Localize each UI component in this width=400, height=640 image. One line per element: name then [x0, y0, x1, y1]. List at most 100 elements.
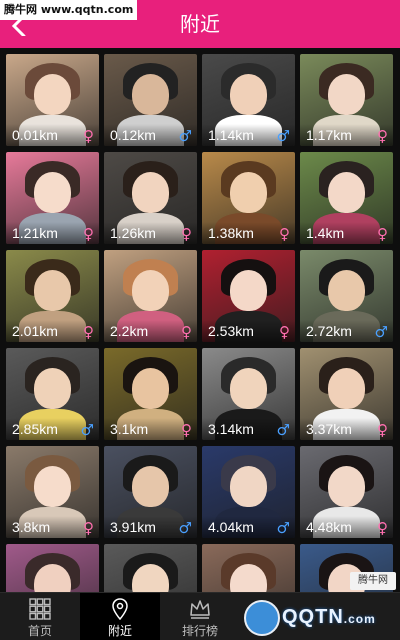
user-tile[interactable]: [202, 544, 295, 592]
distance-label: 1.21km: [12, 225, 58, 241]
photo-face: [327, 270, 366, 311]
photo-face: [33, 74, 72, 115]
user-tile[interactable]: [104, 544, 197, 592]
photo-face: [131, 466, 170, 507]
user-tile[interactable]: 1.38km ♀: [202, 152, 295, 244]
photo-face: [229, 466, 268, 507]
user-tile[interactable]: 3.91km ♂: [104, 446, 197, 538]
user-tile[interactable]: 2.85km ♂: [6, 348, 99, 440]
distance-label: 1.26km: [110, 225, 156, 241]
qqtn-watermark-text: QQTN.com: [282, 606, 376, 629]
distance-label: 3.1km: [110, 421, 149, 437]
user-tile[interactable]: 2.2km ♀: [104, 250, 197, 342]
user-tile[interactable]: 2.72km ♂: [300, 250, 393, 342]
male-icon: ♂: [178, 127, 192, 145]
nav-label-home: 首页: [27, 624, 52, 638]
user-tile[interactable]: 4.04km ♂: [202, 446, 295, 538]
female-icon: ♀: [279, 225, 290, 243]
photo-face: [229, 368, 268, 409]
user-tile[interactable]: 1.14km ♂: [202, 54, 295, 146]
female-icon: ♀: [83, 519, 94, 537]
distance-label: 1.38km: [208, 225, 254, 241]
distance-label: 1.4km: [306, 225, 345, 241]
photo-face: [131, 368, 170, 409]
distance-label: 2.72km: [306, 323, 352, 339]
user-tile[interactable]: [6, 544, 99, 592]
site-watermark: 腾牛网 www.qqtn.com: [0, 0, 138, 20]
distance-label: 3.8km: [12, 519, 51, 535]
distance-label: 2.85km: [12, 421, 58, 437]
crown-icon: [190, 600, 210, 619]
female-icon: ♀: [377, 421, 388, 439]
distance-label: 4.04km: [208, 519, 254, 535]
qqtn-watermark: QQTN.com: [244, 598, 394, 638]
female-icon: ♀: [181, 421, 192, 439]
distance-label: 1.17km: [306, 127, 352, 143]
male-icon: ♂: [80, 421, 94, 439]
female-icon: ♀: [83, 323, 94, 341]
photo-face: [327, 172, 366, 213]
nav-label-nearby: 附近: [107, 624, 132, 638]
user-tile[interactable]: 3.37km ♀: [300, 348, 393, 440]
nav-label-ranking: 排行榜: [181, 624, 218, 638]
female-icon: ♀: [83, 127, 94, 145]
male-icon: ♂: [276, 519, 290, 537]
female-icon: ♀: [83, 225, 94, 243]
nav-item-ranking[interactable]: 排行榜: [160, 593, 240, 640]
distance-label: 3.37km: [306, 421, 352, 437]
qqtn-logo-icon: [244, 600, 280, 636]
user-tile[interactable]: 2.01km ♀: [6, 250, 99, 342]
top-bar: 附近 腾牛网 www.qqtn.com: [0, 0, 400, 48]
distance-label: 4.48km: [306, 519, 352, 535]
corner-watermark: 腾牛网: [350, 572, 396, 590]
distance-label: 2.2km: [110, 323, 149, 339]
user-tile[interactable]: 4.48km ♀: [300, 446, 393, 538]
female-icon: ♀: [377, 127, 388, 145]
user-photo: [104, 544, 197, 592]
male-icon: ♂: [276, 127, 290, 145]
user-tile[interactable]: 3.1km ♀: [104, 348, 197, 440]
nearby-users-grid: 0.01km ♀ 0.12km ♂ 1.14km ♂ 1.17km ♀ 1.21km ♀ 1.26k…: [6, 54, 396, 592]
user-tile[interactable]: 2.53km ♀: [202, 250, 295, 342]
distance-label: 0.01km: [12, 127, 58, 143]
distance-label: 3.91km: [110, 519, 156, 535]
user-tile[interactable]: 3.8km ♀: [6, 446, 99, 538]
male-icon: ♂: [374, 323, 388, 341]
user-tile[interactable]: 1.26km ♀: [104, 152, 197, 244]
user-tile[interactable]: 1.17km ♀: [300, 54, 393, 146]
user-tile[interactable]: 1.4km ♀: [300, 152, 393, 244]
photo-face: [229, 74, 268, 115]
photo-face: [327, 368, 366, 409]
photo-face: [131, 172, 170, 213]
distance-label: 2.01km: [12, 323, 58, 339]
user-photo: [202, 544, 295, 592]
photo-face: [131, 74, 170, 115]
male-icon: ♂: [178, 519, 192, 537]
distance-label: 2.53km: [208, 323, 254, 339]
female-icon: ♀: [279, 323, 290, 341]
user-tile[interactable]: 0.12km ♂: [104, 54, 197, 146]
photo-face: [131, 270, 170, 311]
photo-face: [229, 172, 268, 213]
user-tile[interactable]: 0.01km ♀: [6, 54, 99, 146]
location-pin-icon: [112, 598, 128, 620]
distance-label: 0.12km: [110, 127, 156, 143]
nav-item-nearby[interactable]: 附近: [80, 593, 160, 640]
nav-item-home[interactable]: 首页: [0, 593, 80, 640]
female-icon: ♀: [181, 323, 192, 341]
photo-face: [33, 466, 72, 507]
photo-face: [327, 74, 366, 115]
user-tile[interactable]: 1.21km ♀: [6, 152, 99, 244]
user-tile[interactable]: 3.14km ♂: [202, 348, 295, 440]
photo-face: [33, 270, 72, 311]
photo-face: [33, 172, 72, 213]
photo-face: [229, 270, 268, 311]
user-photo: [6, 544, 99, 592]
male-icon: ♂: [276, 421, 290, 439]
watermark-suffix-text: .com: [343, 612, 376, 626]
photo-face: [33, 368, 72, 409]
distance-label: 3.14km: [208, 421, 254, 437]
female-icon: ♀: [377, 225, 388, 243]
female-icon: ♀: [181, 225, 192, 243]
distance-label: 1.14km: [208, 127, 254, 143]
